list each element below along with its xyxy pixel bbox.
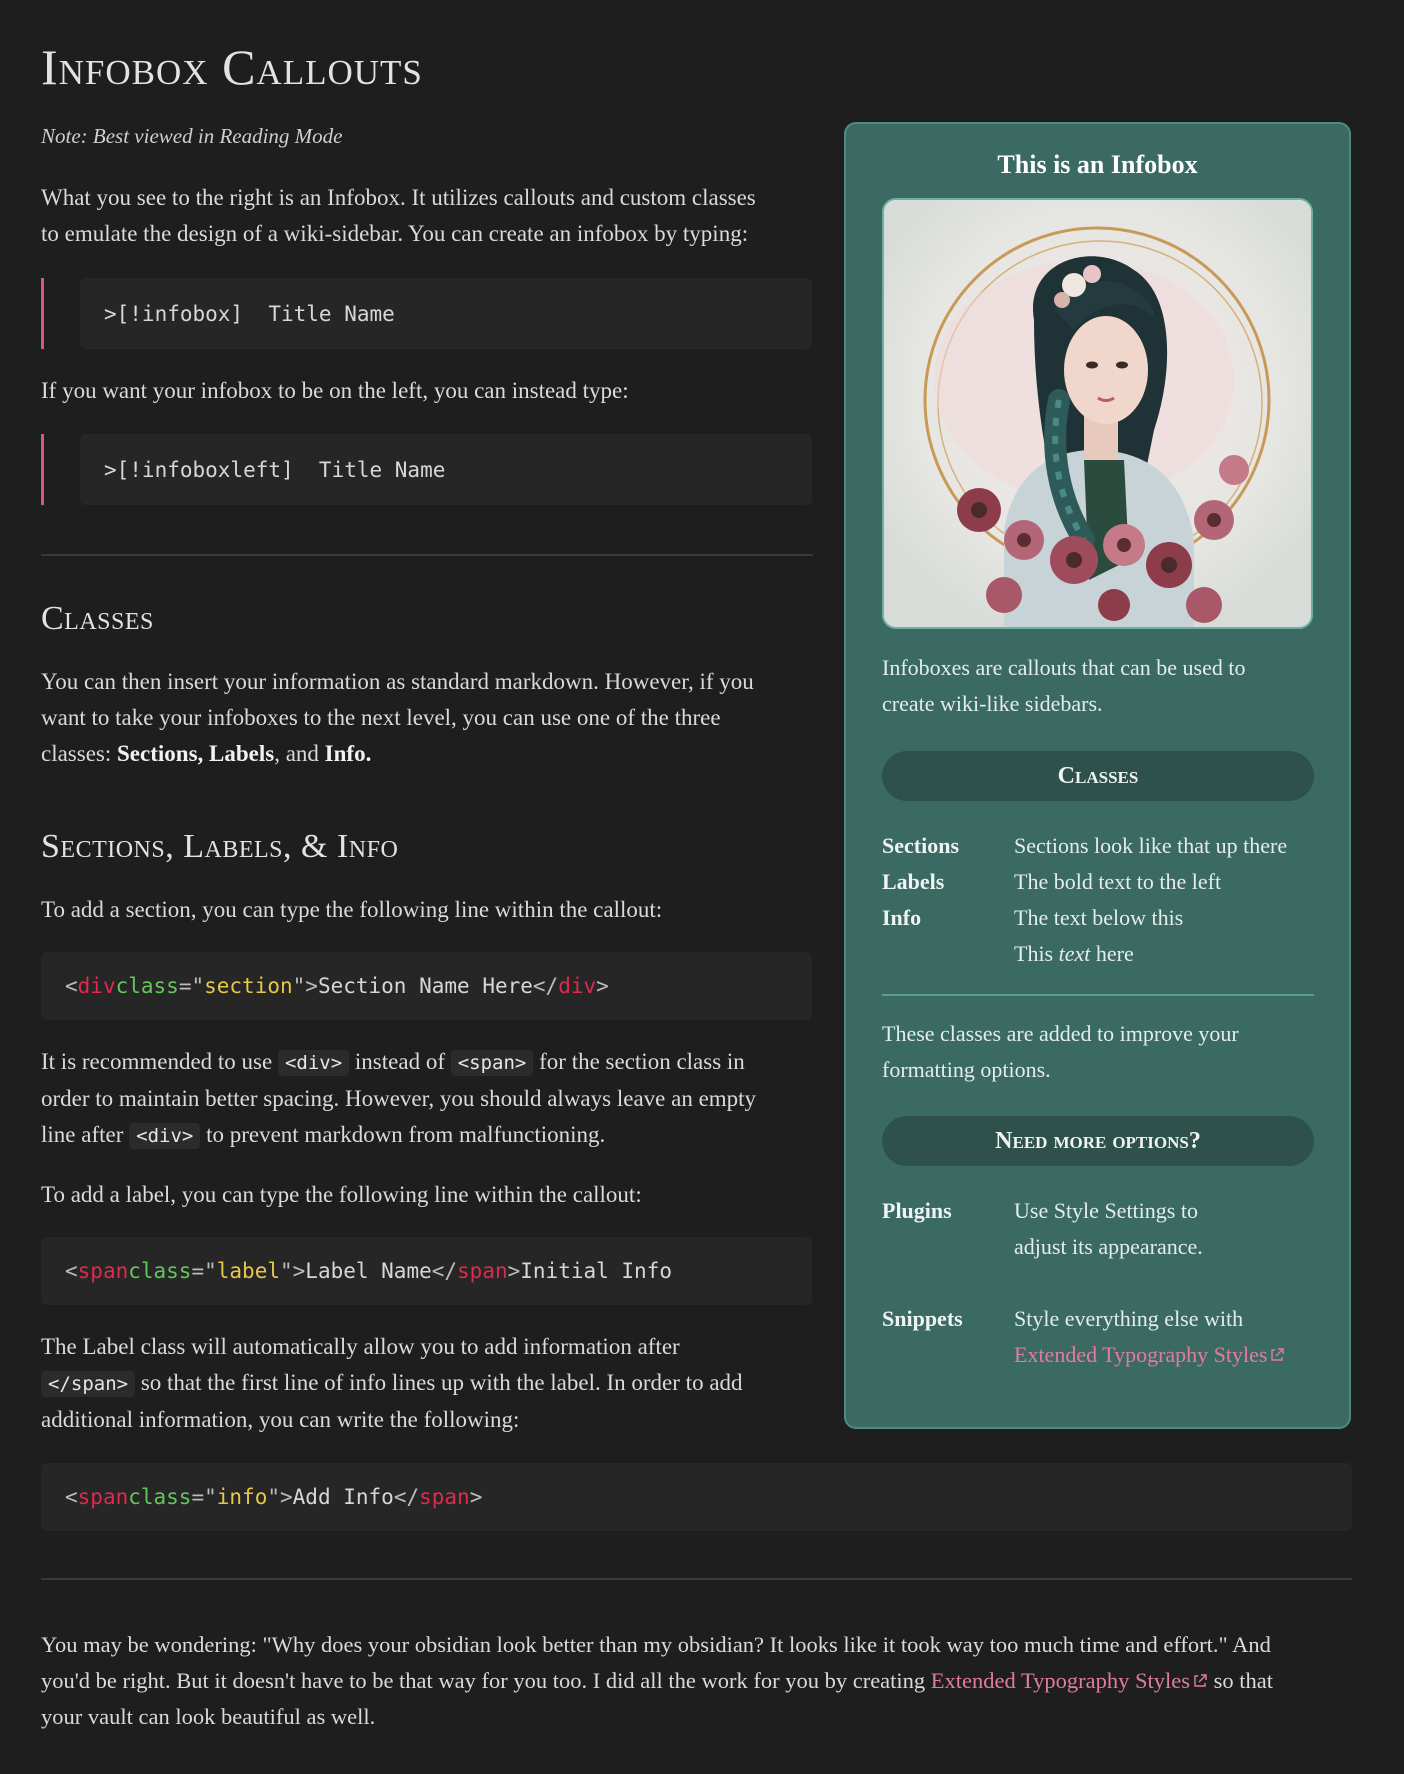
recommendation-paragraph: It is recommended to use <div> instead o… <box>41 1049 757 1149</box>
intro-paragraph: What you see to the right is an Infobox.… <box>41 185 756 246</box>
divider <box>41 1578 1352 1580</box>
reading-mode-note: Note: Best viewed in Reading Mode <box>41 124 343 148</box>
sli-heading: Sections, Labels, & Info <box>41 828 399 865</box>
infobox-section-options: Need more options? <box>882 1116 1314 1166</box>
left-infobox-intro: If you want your infobox to be on the le… <box>41 378 629 403</box>
infobox-row: This text here <box>1014 941 1134 966</box>
infobox-image <box>882 198 1313 629</box>
section-intro: To add a section, you can type the follo… <box>41 897 663 922</box>
divider <box>41 554 813 556</box>
extended-typography-link[interactable]: Extended Typography Styles <box>931 1668 1208 1693</box>
class-info-term: Info <box>324 741 366 766</box>
blockquote-bar <box>41 278 44 349</box>
inline-code-div: <div> <box>277 1050 350 1076</box>
code-block-section[interactable]: < div class = " section " > Section Name Here </… <box>41 952 812 1020</box>
classes-paragraph: You can then insert your information as … <box>41 669 754 766</box>
note-page: Infobox Callouts Note: Best viewed in Re… <box>0 0 1404 1774</box>
inline-code-close-span: </span> <box>41 1371 136 1397</box>
code-block-label[interactable]: < span class = " label " > Label Name </span > Ini… <box>41 1237 812 1305</box>
inline-code-span: <span> <box>450 1050 534 1076</box>
infobox-row-plugins: Plugins Use Style Settings to adjust its… <box>882 1198 1203 1259</box>
code-block-infoboxleft[interactable]: >[!infoboxleft] Title Name <box>80 434 812 505</box>
infobox-row: Info The text below this <box>882 905 1184 930</box>
class-labels-term: Labels <box>209 741 275 766</box>
infobox-title: This is an Infobox <box>997 150 1198 179</box>
infobox-classes-table: Sections Sections look like that up ther… <box>882 828 1322 972</box>
classes-heading: Classes <box>41 600 154 637</box>
infobox-row: Labels The bold text to the left <box>882 869 1222 894</box>
code-block-infobox[interactable]: >[!infobox] Title Name <box>80 278 812 349</box>
infobox-row-snippets: Snippets Style everything else with Exte… <box>882 1301 1285 1373</box>
infobox-divider <box>882 994 1314 996</box>
inline-code-div: <div> <box>129 1123 201 1149</box>
infobox-row: Sections Sections look like that up ther… <box>882 833 1288 858</box>
external-link-icon <box>1194 1674 1207 1687</box>
portrait-illustration <box>884 200 1311 627</box>
footer-paragraph: You may be wondering: "Why does your obs… <box>41 1632 1274 1729</box>
infobox-section-classes: Classes <box>882 751 1314 801</box>
infobox-extended-typography-link[interactable]: Extended Typography Styles <box>1014 1342 1285 1367</box>
infobox-description: Infoboxes are callouts that can be used … <box>882 655 1246 716</box>
infobox-callout: This is an Infobox Infoboxes are callout… <box>844 122 1351 1429</box>
label-intro: To add a label, you can type the followi… <box>41 1182 642 1207</box>
class-sections-term: Sections <box>117 741 198 766</box>
external-link-icon <box>1271 1348 1285 1361</box>
page-title: Infobox Callouts <box>41 39 423 95</box>
code-block-info[interactable]: < span class = " info " > Add Info </span > <box>41 1463 1352 1531</box>
infobox-description-2: These classes are added to improve your … <box>882 1021 1239 1082</box>
label-description: The Label class will automatically allow… <box>41 1334 743 1432</box>
blockquote-bar <box>41 434 44 505</box>
